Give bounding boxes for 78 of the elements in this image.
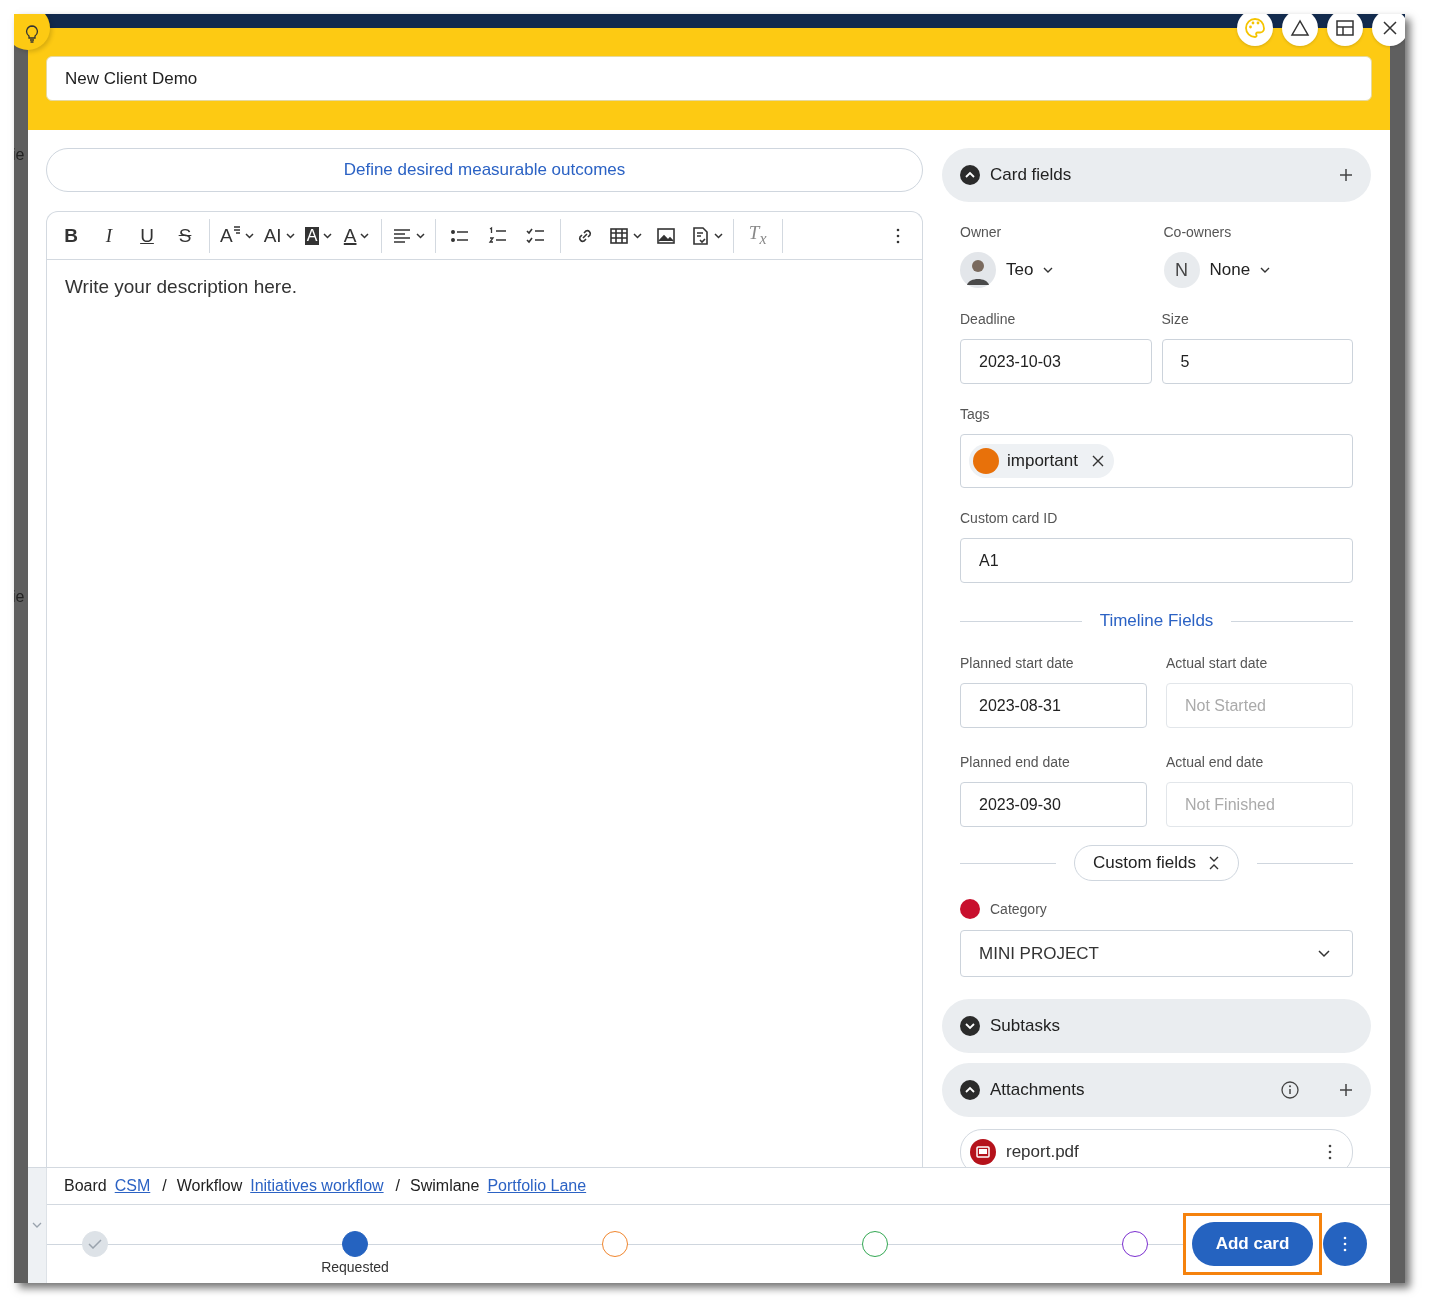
rich-text-editor[interactable]: B I U S A AI A A T$_{x}$ Write your description here. <box>46 211 923 1167</box>
add-icon[interactable] <box>1339 1083 1353 1097</box>
lightbulb-icon <box>25 25 39 43</box>
caret-icon <box>1318 949 1330 958</box>
step-label: Requested <box>321 1259 389 1275</box>
clear-format-tool[interactable]: T$_{x}$ <box>739 218 776 253</box>
font-size-tool[interactable]: A <box>216 218 258 253</box>
more-icon <box>896 227 900 244</box>
category-select[interactable]: MINI PROJECT <box>960 930 1353 977</box>
breadcrumb-separator: / <box>395 1177 401 1195</box>
more-icon[interactable] <box>1328 1144 1332 1160</box>
custom-fields-button[interactable]: Custom fields <box>1074 845 1239 881</box>
font-color-tool[interactable]: A <box>338 218 375 253</box>
step-marker[interactable] <box>602 1231 628 1257</box>
close-icon <box>1383 21 1397 35</box>
step-marker[interactable] <box>862 1231 888 1257</box>
palette-icon <box>1244 17 1266 39</box>
layout-icon <box>1335 19 1355 37</box>
attachment-item[interactable]: report.pdf <box>960 1129 1353 1167</box>
date-field[interactable]: 2023-08-31 <box>960 683 1147 728</box>
underline-tool[interactable]: U <box>129 218 165 253</box>
card-id-field[interactable]: A1 <box>960 538 1353 583</box>
field-label: Size <box>1161 311 1190 327</box>
field-label: Tags <box>960 406 991 422</box>
field-label: Owner <box>960 224 1003 240</box>
field-label: Deadline <box>960 311 1017 327</box>
size-field[interactable]: 5 <box>1161 339 1353 384</box>
check-icon <box>88 1239 102 1249</box>
subtasks-header[interactable]: Subtasks <box>942 999 1371 1053</box>
step-marker[interactable] <box>1122 1231 1148 1257</box>
text-case-tool[interactable]: AI <box>259 218 299 253</box>
breadcrumb-label: Board <box>64 1177 107 1195</box>
outcomes-button[interactable]: Define desired measurable outcomes <box>46 148 923 192</box>
more-icon <box>1343 1236 1347 1252</box>
tags-field[interactable]: important <box>960 434 1353 488</box>
field-label: Actual end date <box>1166 754 1265 770</box>
info-icon[interactable] <box>1281 1081 1299 1099</box>
lines-icon <box>232 224 241 235</box>
breadcrumb-label: Workflow <box>176 1177 243 1195</box>
title-field[interactable]: New Client Demo <box>46 56 1372 101</box>
date-field[interactable]: Not Finished <box>1166 782 1353 827</box>
strike-tool[interactable]: S <box>167 218 203 253</box>
section-heading: Timeline Fields <box>1099 611 1214 631</box>
table-icon <box>608 225 629 246</box>
highlight-tool[interactable]: A <box>300 218 337 253</box>
triangle-icon <box>1290 19 1310 37</box>
breadcrumb-separator: / <box>162 1177 167 1195</box>
owner-picker[interactable]: Teo <box>960 252 1054 288</box>
caret-icon <box>1043 266 1054 274</box>
field-label: Planned end date <box>960 754 1071 770</box>
field-label: Category <box>990 901 1047 917</box>
field-label: Custom card ID <box>960 510 1059 526</box>
add-card-button[interactable]: Add card <box>1192 1222 1313 1266</box>
breadcrumb-link[interactable]: Portfolio Lane <box>487 1177 587 1195</box>
italic-tool[interactable]: I <box>91 218 127 253</box>
numbered-icon <box>487 225 508 246</box>
more-button[interactable] <box>1323 1222 1367 1266</box>
field-label: Planned start date <box>960 655 1075 671</box>
bold-tool[interactable]: B <box>53 218 89 253</box>
date-field[interactable]: Not Started <box>1166 683 1353 728</box>
tag-chip[interactable]: important <box>969 444 1114 478</box>
step-marker[interactable] <box>342 1231 368 1257</box>
card-fields-header[interactable]: Card fields <box>942 148 1371 202</box>
caret-icon <box>1260 266 1271 274</box>
co-owner-picker[interactable]: N None <box>1163 252 1271 288</box>
field-label: Co-owners <box>1163 224 1233 240</box>
image-icon <box>655 225 676 246</box>
deadline-field[interactable]: 2023-10-03 <box>960 339 1152 384</box>
add-icon[interactable] <box>1339 168 1353 182</box>
avatar-icon <box>960 252 996 288</box>
breadcrumb-link[interactable]: CSM <box>114 1177 151 1195</box>
attachments-header[interactable]: Attachments <box>942 1063 1371 1117</box>
date-field[interactable]: 2023-09-30 <box>960 782 1147 827</box>
close-icon[interactable] <box>1091 455 1104 467</box>
breadcrumb-label: Swimlane <box>410 1177 480 1195</box>
breadcrumb-link[interactable]: Initiatives workflow <box>250 1177 384 1195</box>
pdf-file-icon <box>970 1139 996 1165</box>
field-label: Actual start date <box>1166 655 1269 671</box>
